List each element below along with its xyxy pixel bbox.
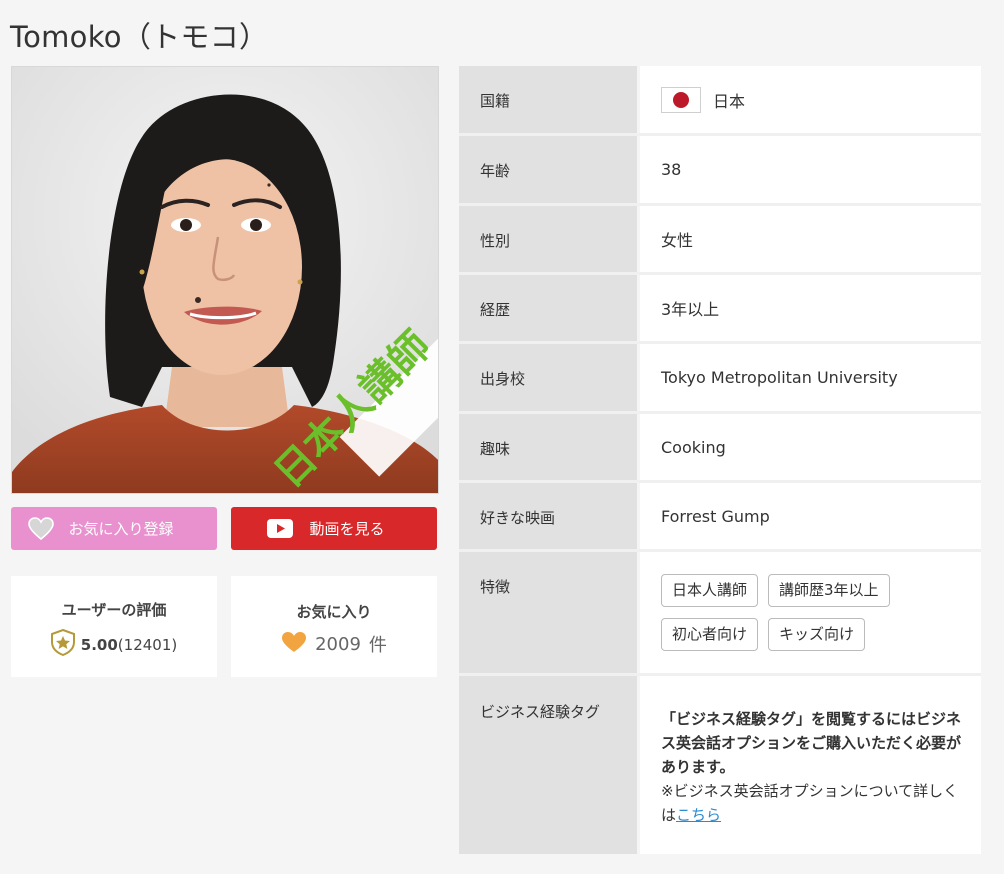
user-rating-panel: ユーザーの評価 5.00 (12401) xyxy=(11,576,217,677)
youtube-play-icon xyxy=(267,519,294,538)
feature-tag: キッズ向け xyxy=(768,618,866,651)
experience-value: 3年以上 xyxy=(640,275,981,341)
business-option-link[interactable]: こちら xyxy=(676,806,721,824)
movie-label: 好きな映画 xyxy=(459,483,637,549)
favorites-label: お気に入り xyxy=(296,603,372,621)
feature-tag: 講師歴3年以上 xyxy=(768,574,890,607)
rating-count: (12401) xyxy=(117,635,178,654)
nationality-row: 国籍 日本 xyxy=(459,66,981,136)
movie-row: 好きな映画 Forrest Gump xyxy=(459,483,981,552)
nationality-value: 日本 xyxy=(713,91,746,111)
feature-tag: 初心者向け xyxy=(661,618,759,651)
watch-video-label: 動画を見る xyxy=(309,520,385,538)
school-value: Tokyo Metropolitan University xyxy=(640,344,981,411)
favorites-count: 2009 xyxy=(315,633,361,655)
feature-tag: 日本人講師 xyxy=(661,574,759,607)
hobby-label: 趣味 xyxy=(459,414,637,480)
experience-row: 経歴 3年以上 xyxy=(459,275,981,344)
japan-flag-icon xyxy=(661,86,701,113)
business-row: ビジネス経験タグ 「ビジネス経験タグ」を閲覧するにはビジネス英会話オプションをご… xyxy=(459,676,981,854)
movie-value: Forrest Gump xyxy=(640,483,981,549)
add-favorite-label: お気に入り登録 xyxy=(68,520,174,538)
age-value: 38 xyxy=(640,136,981,203)
gender-value: 女性 xyxy=(640,206,981,272)
heart-icon xyxy=(28,517,55,540)
school-row: 出身校 Tokyo Metropolitan University xyxy=(459,344,981,414)
heart-icon xyxy=(281,631,307,657)
features-label: 特徴 xyxy=(459,552,637,673)
experience-label: 経歴 xyxy=(459,275,637,341)
hobby-row: 趣味 Cooking xyxy=(459,414,981,483)
feature-tags: 日本人講師 講師歴3年以上 初心者向け キッズ向け xyxy=(661,574,931,662)
gender-label: 性別 xyxy=(459,206,637,272)
profile-table: 国籍 日本 年齢 38 性別 女性 経歴 3年以上 出身校 Tokyo Metr… xyxy=(459,66,981,854)
teacher-portrait-image: 日本人講師 xyxy=(12,67,438,493)
user-rating-label: ユーザーの評価 xyxy=(61,601,167,619)
favorites-unit: 件 xyxy=(368,635,387,656)
rating-score: 5.00 xyxy=(80,635,118,654)
school-label: 出身校 xyxy=(459,344,637,411)
age-row: 年齢 38 xyxy=(459,136,981,206)
star-shield-icon xyxy=(50,628,75,660)
favorites-panel: お気に入り 2009 件 xyxy=(231,576,437,677)
features-row: 特徴 日本人講師 講師歴3年以上 初心者向け キッズ向け xyxy=(459,552,981,676)
nationality-label: 国籍 xyxy=(459,66,637,133)
hobby-value: Cooking xyxy=(640,414,981,480)
gender-row: 性別 女性 xyxy=(459,206,981,275)
business-label: ビジネス経験タグ xyxy=(459,676,637,854)
add-favorite-button[interactable]: お気に入り登録 xyxy=(11,507,217,550)
watch-video-button[interactable]: 動画を見る xyxy=(231,507,437,550)
teacher-photo: 日本人講師 xyxy=(11,66,439,494)
age-label: 年齢 xyxy=(459,136,637,203)
page-title: Tomoko（トモコ） xyxy=(10,20,269,54)
business-requirement-text: 「ビジネス経験タグ」を閲覧するにはビジネス英会話オプションをご購入いただく必要が… xyxy=(661,710,962,776)
